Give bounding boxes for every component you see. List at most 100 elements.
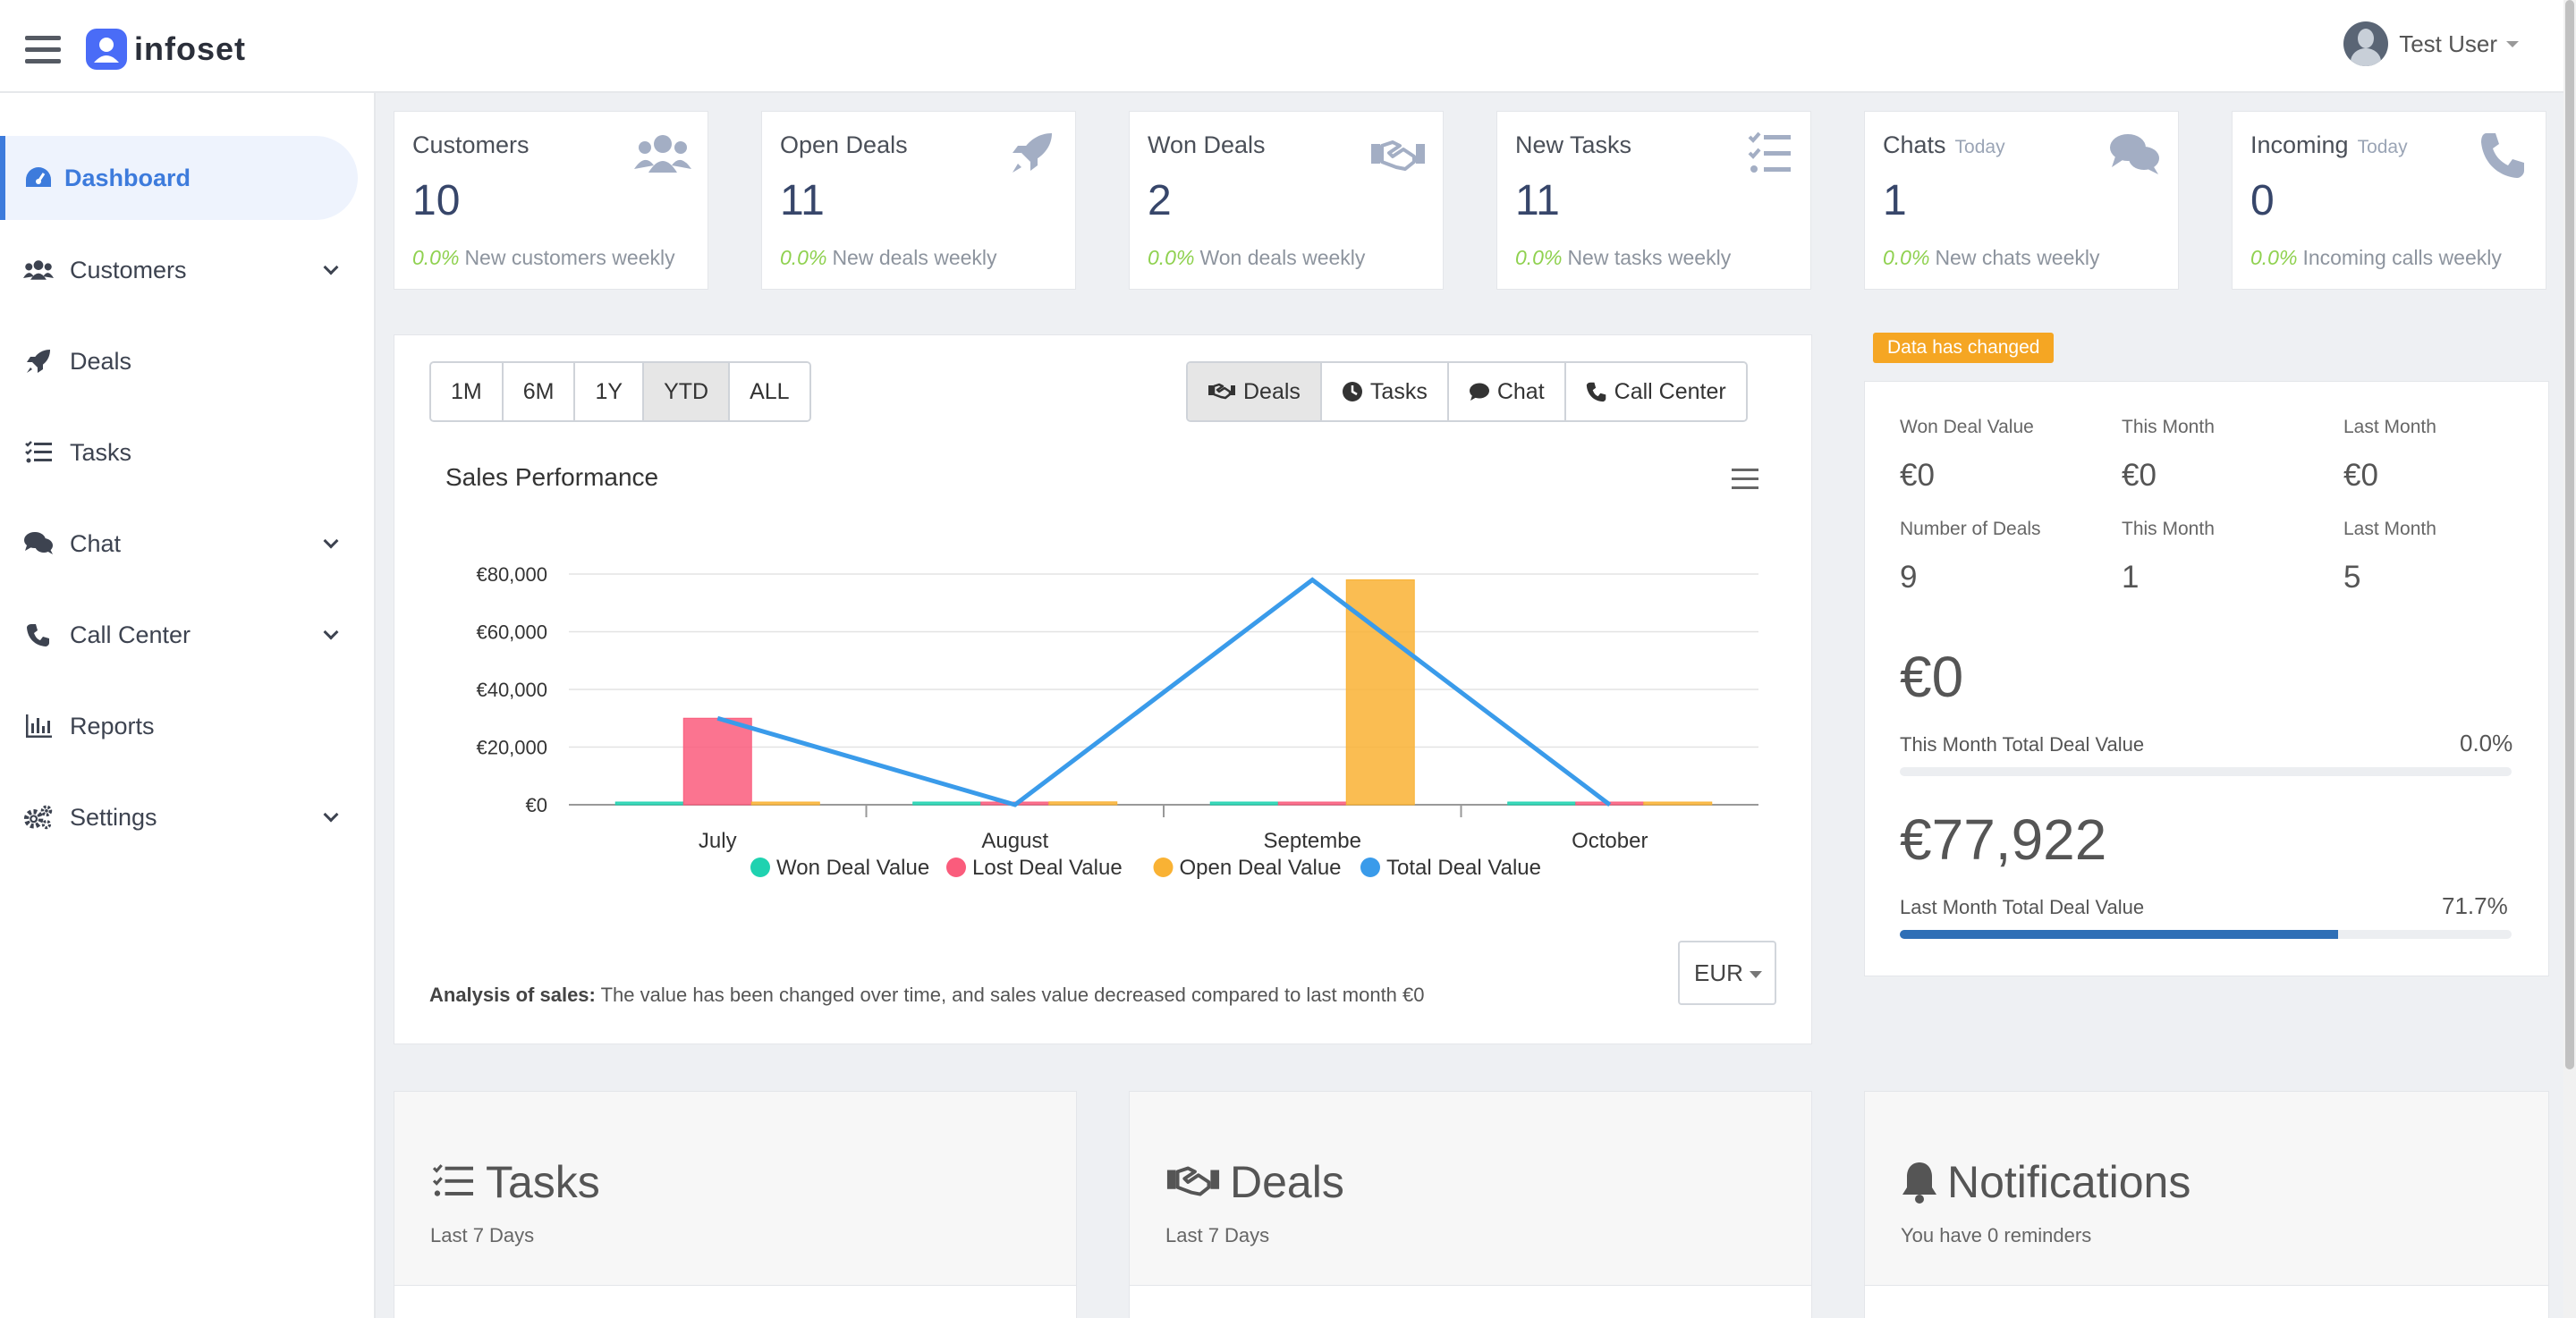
sidebar-item-call-center[interactable]: Call Center — [0, 593, 358, 677]
stat-title: Won Deals — [1148, 131, 1266, 158]
sidebar-item-label: Settings — [70, 803, 157, 831]
legend-label: Open Deal Value — [1180, 856, 1342, 880]
this-month-total-percent: 0.0% — [2460, 730, 2513, 756]
this-month-total-value: €0 — [1900, 645, 1964, 709]
stat-title: Incoming Today — [2250, 131, 2408, 159]
mode-button-label: Chat — [1496, 378, 1545, 404]
mode-button-tasks[interactable]: Tasks — [1321, 363, 1449, 420]
scrollbar-thumb[interactable] — [2565, 0, 2574, 1069]
stat-title: Chats Today — [1883, 131, 2005, 159]
sidebar-item-label: Tasks — [70, 438, 132, 466]
mode-button-deals[interactable]: Deals — [1188, 363, 1322, 420]
currency-select[interactable]: EUR — [1678, 941, 1776, 1005]
sidebar-item-deals[interactable]: Deals — [0, 319, 358, 403]
line-total-deal-value — [716, 577, 1612, 807]
summary-value: €0 — [2122, 458, 2157, 493]
stat-subtitle: 0.0% New tasks weekly — [1515, 246, 1731, 270]
bell-icon — [1902, 1162, 1936, 1204]
sidebar-item-label: Call Center — [70, 621, 191, 648]
stat-percent: 0.0% — [412, 246, 460, 269]
clock-icon — [1342, 382, 1362, 401]
phone-icon — [2481, 133, 2524, 178]
menu-toggle-icon[interactable] — [25, 36, 61, 66]
data-changed-badge: Data has changed — [1873, 333, 2055, 363]
stat-title: New Tasks — [1515, 131, 1632, 158]
summary-label: Won Deal Value — [1900, 417, 2034, 437]
chevron-down-icon — [1750, 971, 1762, 978]
mode-button-label: Deals — [1243, 378, 1301, 404]
stat-sub-label: New tasks weekly — [1567, 246, 1732, 269]
sidebar-item-settings[interactable]: Settings — [0, 775, 358, 859]
stat-card-won-deals[interactable]: Won Deals 2 0.0% Won deals weekly — [1129, 111, 1444, 290]
mode-button-label: Call Center — [1614, 378, 1726, 404]
comment-icon — [1469, 383, 1489, 401]
stat-sub-label: New deals weekly — [832, 246, 997, 269]
mode-button-call-center[interactable]: Call Center — [1565, 363, 1746, 420]
rocket-icon — [23, 346, 54, 376]
sales-chart: €0 €20,000 €40,000 €60,000 €80,000 July August… — [476, 563, 1758, 880]
sidebar-item-chat[interactable]: Chat — [0, 502, 358, 586]
phone-icon — [23, 620, 54, 650]
bar-won-deal-value — [614, 801, 684, 806]
logo[interactable]: infoset — [84, 27, 246, 72]
stat-card-open-deals[interactable]: Open Deals 11 0.0% New deals weekly — [761, 111, 1076, 290]
stat-value: 1 — [1883, 177, 1907, 224]
legend-label: Won Deal Value — [776, 856, 929, 880]
users-icon — [23, 255, 54, 285]
stat-card-customers[interactable]: Customers 10 0.0% New customers weekly — [394, 111, 708, 290]
mode-button-chat[interactable]: Chat — [1448, 363, 1566, 420]
summary-value: 5 — [2343, 560, 2361, 595]
summary-label: Last Month — [2343, 519, 2436, 539]
stat-card-chats[interactable]: Chats Today 1 0.0% New chats weekly — [1864, 111, 2179, 290]
stat-card-new-tasks[interactable]: New Tasks 11 0.0% New tasks weekly — [1496, 111, 1811, 290]
scrollbar[interactable] — [2563, 0, 2576, 1318]
sidebar-item-tasks[interactable]: Tasks — [0, 410, 358, 494]
range-button-ytd[interactable]: YTD — [644, 363, 731, 420]
sidebar-item-reports[interactable]: Reports — [0, 684, 358, 768]
y-tick-label: €0 — [526, 794, 547, 816]
analysis-body: The value has been changed over time, an… — [600, 984, 1425, 1006]
sidebar-item-customers[interactable]: Customers — [0, 228, 358, 312]
y-tick-label: €40,000 — [476, 679, 547, 701]
stat-sub-label: New customers weekly — [464, 246, 675, 269]
sidebar-item-dashboard[interactable]: Dashboard — [0, 136, 358, 220]
chevron-down-icon — [2506, 40, 2519, 47]
range-button-1y[interactable]: 1Y — [575, 363, 645, 420]
stat-today-label: Today — [2357, 137, 2408, 157]
y-tick-label: €20,000 — [476, 737, 547, 759]
sidebar-item-label: Deals — [70, 347, 132, 375]
panel-title: Deals — [1165, 1156, 1344, 1208]
stat-card-incoming[interactable]: Incoming Today 0 0.0% Incoming calls weekl… — [2232, 111, 2546, 290]
user-menu[interactable]: Test User — [2343, 21, 2519, 66]
analysis-label: Analysis of sales: — [429, 984, 596, 1006]
panel-title: Tasks — [430, 1156, 600, 1208]
summary-label: Number of Deals — [1900, 519, 2041, 539]
sidebar: Dashboard Customers Deals Tasks Chat Cal… — [0, 93, 376, 1318]
notifications-panel: Notifications You have 0 reminders — [1864, 1091, 2549, 1318]
stat-percent: 0.0% — [780, 246, 827, 269]
range-button-all[interactable]: ALL — [730, 363, 809, 420]
progress-fill — [1900, 930, 2339, 939]
y-tick-label: €60,000 — [476, 621, 547, 644]
bar-open-deal-value — [750, 801, 820, 806]
x-tick-label: August — [981, 829, 1048, 853]
last-month-total-label: Last Month Total Deal Value — [1900, 896, 2145, 918]
sidebar-item-label: Chat — [70, 529, 122, 557]
legend-marker — [946, 858, 966, 877]
deals-panel: Deals Last 7 Days — [1129, 1091, 1812, 1318]
summary-label: This Month — [2122, 417, 2215, 437]
sidebar-item-label: Reports — [70, 712, 155, 739]
currency-value: EUR — [1694, 959, 1743, 986]
tasks-panel: Tasks Last 7 Days — [394, 1091, 1077, 1318]
summary-label: Last Month — [2343, 417, 2436, 437]
chart-menu-icon[interactable] — [1732, 469, 1758, 490]
range-button-1m[interactable]: 1M — [431, 363, 504, 420]
summary-value: 1 — [2122, 560, 2140, 595]
legend-marker — [1153, 858, 1174, 877]
bar-won-deal-value — [912, 801, 982, 806]
y-tick-label: €80,000 — [476, 563, 547, 586]
stat-percent: 0.0% — [1148, 246, 1195, 269]
bar-open-deal-value — [1048, 801, 1118, 806]
tasks-icon — [23, 437, 54, 468]
range-button-6m[interactable]: 6M — [503, 363, 576, 420]
